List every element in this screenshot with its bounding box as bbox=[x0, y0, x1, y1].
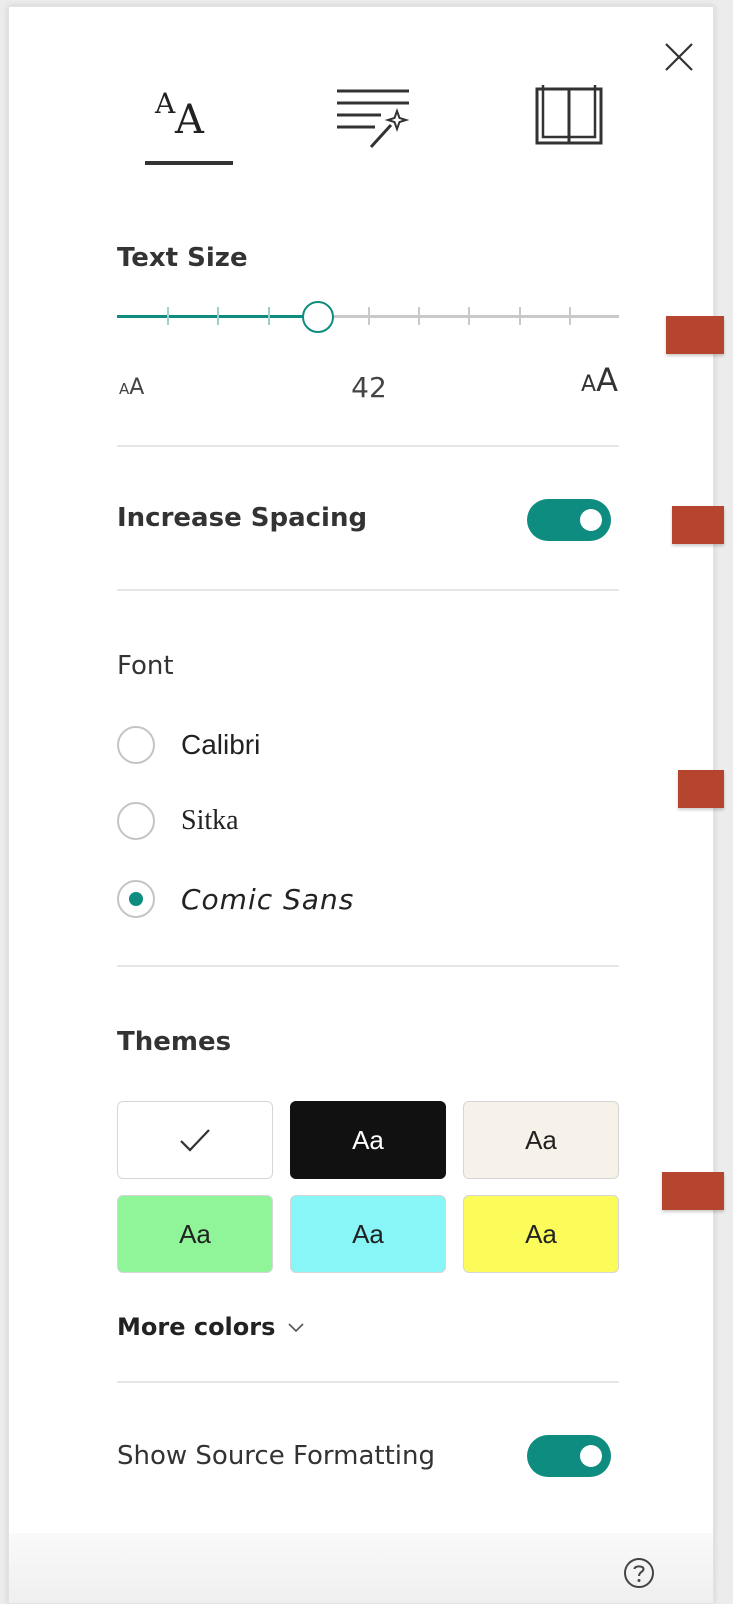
slider-tick bbox=[418, 307, 420, 325]
theme-swatch-green[interactable]: Aa bbox=[117, 1195, 273, 1273]
themes-heading: Themes bbox=[117, 1027, 232, 1057]
theme-swatch-white[interactable] bbox=[117, 1101, 273, 1179]
chevron-down-icon bbox=[288, 1323, 304, 1333]
text-size-value: 42 bbox=[351, 371, 387, 404]
show-source-formatting-toggle[interactable] bbox=[527, 1435, 611, 1477]
divider bbox=[117, 965, 619, 967]
close-button[interactable] bbox=[659, 37, 699, 77]
help-icon bbox=[624, 1558, 654, 1588]
theme-swatch-cream[interactable]: Aa bbox=[463, 1101, 619, 1179]
tab-grammar-tools[interactable] bbox=[327, 77, 427, 167]
annotation-marker bbox=[672, 506, 724, 544]
slider-thumb[interactable] bbox=[302, 301, 334, 333]
theme-swatch-cyan[interactable]: Aa bbox=[290, 1195, 446, 1273]
increase-spacing-toggle[interactable] bbox=[527, 499, 611, 541]
toggle-knob bbox=[580, 509, 602, 531]
toggle-knob bbox=[580, 1445, 602, 1467]
radio-button[interactable] bbox=[117, 802, 155, 840]
font-option-label: Comic Sans bbox=[181, 883, 355, 916]
immersive-reader-settings-panel: A A Text Size AA 42 AA Increase Spacing … bbox=[8, 6, 714, 1604]
show-source-formatting-label: Show Source Formatting bbox=[117, 1441, 436, 1471]
swatch-label: Aa bbox=[525, 1218, 557, 1249]
swatch-label: Aa bbox=[525, 1124, 557, 1155]
slider-tick bbox=[268, 307, 270, 325]
divider bbox=[117, 1381, 619, 1383]
swatch-label: Aa bbox=[352, 1124, 384, 1155]
divider bbox=[117, 445, 619, 447]
radio-dot bbox=[129, 892, 143, 906]
max-large-a: A bbox=[596, 361, 618, 399]
text-options-small-a: A bbox=[155, 87, 176, 120]
text-size-heading: Text Size bbox=[117, 243, 248, 273]
font-heading: Font bbox=[117, 651, 174, 681]
tab-reading-preferences[interactable] bbox=[523, 77, 623, 167]
close-icon bbox=[665, 43, 693, 71]
min-large-a: A bbox=[129, 375, 145, 400]
more-colors-label: More colors bbox=[117, 1313, 276, 1341]
slider-tick bbox=[368, 307, 370, 325]
slider-tick bbox=[519, 307, 521, 325]
slider-tick bbox=[217, 307, 219, 325]
grammar-tools-icon bbox=[337, 89, 410, 149]
font-option-label: Sitka bbox=[181, 805, 239, 836]
radio-button-selected[interactable] bbox=[117, 880, 155, 918]
active-tab-indicator bbox=[145, 161, 233, 165]
slider-tick bbox=[167, 307, 169, 325]
min-small-a: A bbox=[119, 380, 130, 398]
annotation-marker bbox=[666, 316, 724, 354]
slider-tick bbox=[569, 307, 571, 325]
text-options-large-a: A bbox=[175, 97, 204, 143]
text-size-max-label: AA bbox=[581, 361, 618, 399]
panel-footer bbox=[9, 1533, 713, 1603]
theme-swatch-yellow[interactable]: Aa bbox=[463, 1195, 619, 1273]
divider bbox=[117, 589, 619, 591]
font-option-label: Calibri bbox=[181, 729, 261, 760]
theme-swatch-black[interactable]: Aa bbox=[290, 1101, 446, 1179]
slider-tick bbox=[468, 307, 470, 325]
max-small-a: A bbox=[581, 372, 597, 397]
help-button[interactable] bbox=[621, 1555, 657, 1591]
more-colors-button[interactable]: More colors bbox=[117, 1309, 305, 1345]
text-options-icon: A A bbox=[151, 83, 231, 147]
checkmark-icon bbox=[180, 1129, 210, 1152]
swatch-label: Aa bbox=[352, 1218, 384, 1249]
swatch-label: Aa bbox=[179, 1218, 211, 1249]
text-size-slider[interactable] bbox=[117, 297, 619, 337]
text-size-min-label: AA bbox=[119, 375, 144, 400]
increase-spacing-label: Increase Spacing bbox=[117, 503, 368, 533]
annotation-marker bbox=[662, 1172, 724, 1210]
radio-button[interactable] bbox=[117, 726, 155, 764]
book-icon bbox=[535, 85, 603, 145]
tab-text-options[interactable]: A A bbox=[135, 77, 235, 167]
annotation-marker bbox=[678, 770, 724, 808]
